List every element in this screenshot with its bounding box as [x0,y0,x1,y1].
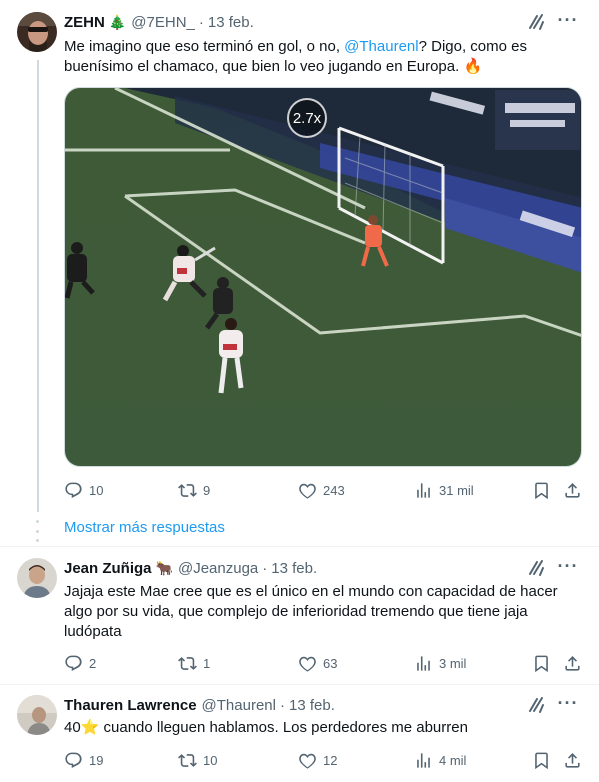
views-button[interactable]: 4 mil [414,750,466,770]
like-icon [299,753,316,769]
video-frame [65,88,581,466]
bookmark-button[interactable] [532,750,551,770]
share-button[interactable] [563,480,582,500]
avatar[interactable] [17,558,57,598]
retweet-count: 9 [203,482,211,498]
retweet-icon [178,483,197,497]
avatar[interactable] [17,12,57,52]
like-icon [299,656,316,672]
handle[interactable]: @Thaurenl [202,697,276,714]
mention-link[interactable]: @Thaurenl [344,38,418,55]
grok-icon[interactable] [527,695,547,715]
separator-dot: · [279,696,285,714]
views-icon [417,752,430,768]
bookmark-icon [535,655,548,672]
more-icon[interactable]: ··· [557,557,579,579]
like-button[interactable]: 63 [298,653,337,673]
reply-icon [65,482,82,498]
bookmark-icon [535,752,548,769]
like-button[interactable]: 243 [298,480,345,500]
bookmark-icon [535,482,548,499]
retweet-button[interactable]: 9 [178,480,210,500]
grok-icon[interactable] [527,12,547,32]
share-button[interactable] [563,653,582,673]
display-name[interactable]: Thauren Lawrence [64,697,197,714]
reply-count: 10 [89,482,104,498]
tweet-text: Jajaja este Mae cree que es el único en … [64,583,558,640]
tweet-header: ZEHN 🎄 @7EHN_ · 13 feb. [64,12,254,32]
handle[interactable]: @7EHN_ [131,14,195,31]
retweet-icon [178,753,197,767]
retweet-icon [178,656,197,670]
share-icon [565,482,580,498]
like-icon [299,483,316,499]
display-name[interactable]: ZEHN [64,14,105,31]
retweet-button[interactable]: 10 [178,750,217,770]
share-icon [565,752,580,768]
tweet-header: Jean Zuñiga 🐂 @Jeanzuga · 13 feb. [64,558,317,578]
retweet-count: 1 [203,655,211,671]
bookmark-button[interactable] [532,653,551,673]
tweet-header: Thauren Lawrence @Thaurenl · 13 feb. [64,695,335,715]
text-part: Me imagino que eso terminó en gol, o no, [64,38,345,55]
like-button[interactable]: 12 [298,750,337,770]
name-emoji: 🎄 [108,13,127,30]
reply-count: 2 [89,655,97,671]
like-count: 63 [323,655,338,671]
reply-icon [65,752,82,768]
bookmark-button[interactable] [532,480,551,500]
more-icon[interactable]: ··· [557,694,579,716]
tweet-text: 40⭐ cuando lleguen hablamos. Los perdedo… [64,719,468,736]
tweet-zehn[interactable]: ZEHN 🎄 @7EHN_ · 13 feb. ··· Me imagino q… [0,0,599,545]
views-count: 3 mil [439,655,467,671]
views-count: 4 mil [439,752,467,768]
reply-button[interactable]: 19 [64,750,103,770]
views-button[interactable]: 3 mil [414,653,466,673]
like-count: 243 [323,482,345,498]
views-count: 31 mil [439,482,474,498]
like-count: 12 [323,752,338,768]
more-icon[interactable]: ··· [557,11,579,33]
separator-dot: · [262,559,268,577]
views-button[interactable]: 31 mil [414,480,474,500]
views-icon [417,655,430,671]
retweet-button[interactable]: 1 [178,653,210,673]
tweet-jean[interactable]: Jean Zuñiga 🐂 @Jeanzuga · 13 feb. ··· Ja… [0,547,599,685]
tweet-thauren[interactable]: Thauren Lawrence @Thaurenl · 13 feb. ···… [0,685,599,782]
retweet-count: 10 [203,752,218,768]
tweet-actions: 10 9 243 31 mil [64,480,584,500]
display-name[interactable]: Jean Zuñiga [64,560,152,577]
views-icon [417,482,430,498]
tweet-actions: 19 10 12 4 mil [64,750,584,770]
reply-icon [65,655,82,671]
grok-icon[interactable] [527,558,547,578]
tweet-date[interactable]: 13 feb. [208,14,254,31]
reply-count: 19 [89,752,104,768]
reply-button[interactable]: 10 [64,480,103,500]
tweet-date[interactable]: 13 feb. [289,697,335,714]
share-icon [565,655,580,671]
show-more-replies-link[interactable]: Mostrar más respuestas [64,519,225,536]
playback-speed-badge[interactable]: 2.7x [287,98,327,138]
video-player[interactable]: 2.7x [64,87,582,467]
avatar[interactable] [17,695,57,735]
separator-dot: · [198,13,204,31]
reply-button[interactable]: 2 [64,653,96,673]
handle[interactable]: @Jeanzuga [178,560,258,577]
tweet-actions: 2 1 63 3 mil [64,653,584,673]
tweet-text: Me imagino que eso terminó en gol, o no,… [64,37,584,77]
share-button[interactable] [563,750,582,770]
tweet-date[interactable]: 13 feb. [271,560,317,577]
name-emoji: 🐂 [155,559,173,576]
